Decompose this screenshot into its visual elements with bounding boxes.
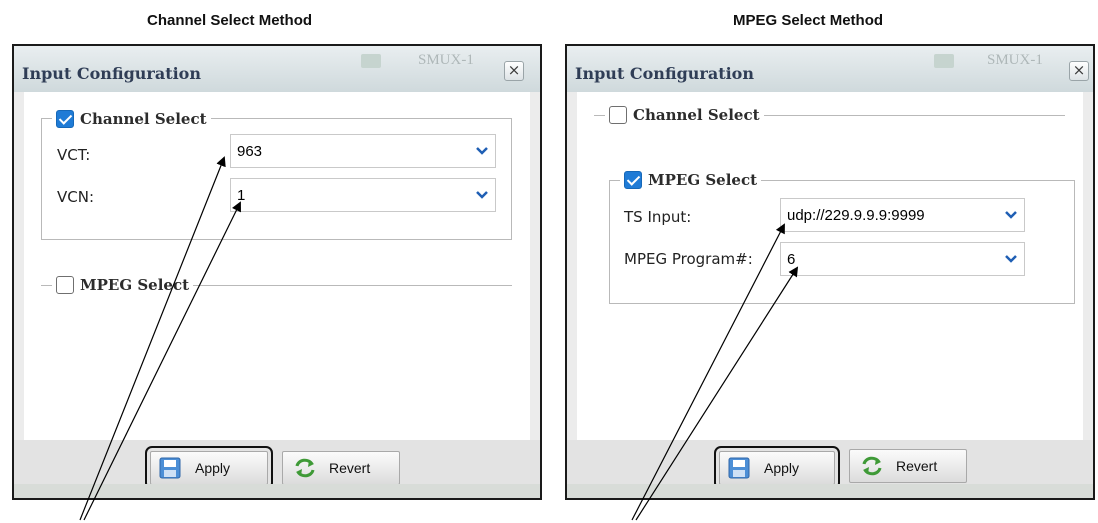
revert-label: Revert xyxy=(896,458,938,474)
chevron-down-icon xyxy=(469,135,495,167)
mpeg-select-checkbox[interactable] xyxy=(624,171,642,189)
save-icon xyxy=(159,457,181,479)
vcn-dropdown[interactable]: 1 xyxy=(230,178,496,212)
background-status-strip xyxy=(567,484,1093,498)
apply-button[interactable]: Apply xyxy=(714,446,840,490)
dialog-title: Input Configuration xyxy=(575,64,754,83)
vct-label: VCT: xyxy=(57,146,91,164)
mpeg-select-label: MPEG Select xyxy=(80,276,190,294)
dialog-titlebar: SMUX-1 Input Configuration × xyxy=(567,46,1093,92)
close-icon: × xyxy=(1072,61,1086,79)
revert-button[interactable]: Revert xyxy=(849,449,967,483)
vcn-value: 1 xyxy=(237,187,246,204)
mpeg-select-label: MPEG Select xyxy=(648,171,758,189)
save-icon xyxy=(728,457,750,479)
channel-select-legend: Channel Select xyxy=(52,108,211,130)
input-configuration-dialog-right: SMUX-1 Input Configuration × Channel Sel… xyxy=(565,44,1095,500)
vct-dropdown[interactable]: 963 xyxy=(230,134,496,168)
mpeg-program-label: MPEG Program#: xyxy=(624,250,753,268)
background-node-icon xyxy=(361,54,381,68)
channel-select-checkbox[interactable] xyxy=(56,110,74,128)
channel-select-checkbox[interactable] xyxy=(609,106,627,124)
chevron-down-icon xyxy=(469,179,495,211)
revert-label: Revert xyxy=(329,460,371,476)
dialog-title: Input Configuration xyxy=(22,64,201,83)
chevron-down-icon xyxy=(998,199,1024,231)
background-node-label: SMUX-1 xyxy=(987,52,1043,68)
apply-label: Apply xyxy=(764,460,800,476)
mpeg-select-legend: MPEG Select xyxy=(620,169,762,191)
caption-channel-select-method: Channel Select Method xyxy=(147,12,313,29)
dialog-titlebar: SMUX-1 Input Configuration × xyxy=(14,46,540,92)
channel-select-legend: Channel Select xyxy=(605,104,764,126)
revert-button[interactable]: Revert xyxy=(282,451,400,485)
close-button[interactable]: × xyxy=(1069,61,1089,81)
apply-button[interactable]: Apply xyxy=(145,446,273,490)
close-icon: × xyxy=(507,61,521,79)
background-node-icon xyxy=(934,54,954,68)
background-node-label: SMUX-1 xyxy=(418,52,474,68)
vcn-label: VCN: xyxy=(57,188,95,206)
mpeg-select-checkbox[interactable] xyxy=(56,276,74,294)
close-button[interactable]: × xyxy=(504,61,524,81)
refresh-icon xyxy=(862,456,882,476)
refresh-icon xyxy=(295,458,315,478)
input-configuration-dialog-left: SMUX-1 Input Configuration × Channel Sel… xyxy=(12,44,542,500)
caption-mpeg-select-method: MPEG Select Method xyxy=(733,12,884,29)
ts-input-dropdown[interactable]: udp://229.9.9.9:9999 xyxy=(780,198,1025,232)
mpeg-program-value: 6 xyxy=(787,251,796,268)
channel-select-label: Channel Select xyxy=(633,106,760,124)
mpeg-program-dropdown[interactable]: 6 xyxy=(780,242,1025,276)
dialog-body: Channel Select VCT: 963 VCN: 1 MPEG Sele… xyxy=(24,92,530,440)
vct-value: 963 xyxy=(237,143,263,160)
dialog-body: Channel Select MPEG Select TS Input: udp… xyxy=(577,92,1083,440)
channel-select-label: Channel Select xyxy=(80,110,207,128)
chevron-down-icon xyxy=(998,243,1024,275)
mpeg-select-legend: MPEG Select xyxy=(52,274,194,296)
apply-label: Apply xyxy=(195,460,231,476)
ts-input-label: TS Input: xyxy=(624,208,692,226)
background-status-strip xyxy=(14,484,540,498)
ts-input-value: udp://229.9.9.9:9999 xyxy=(787,207,925,224)
